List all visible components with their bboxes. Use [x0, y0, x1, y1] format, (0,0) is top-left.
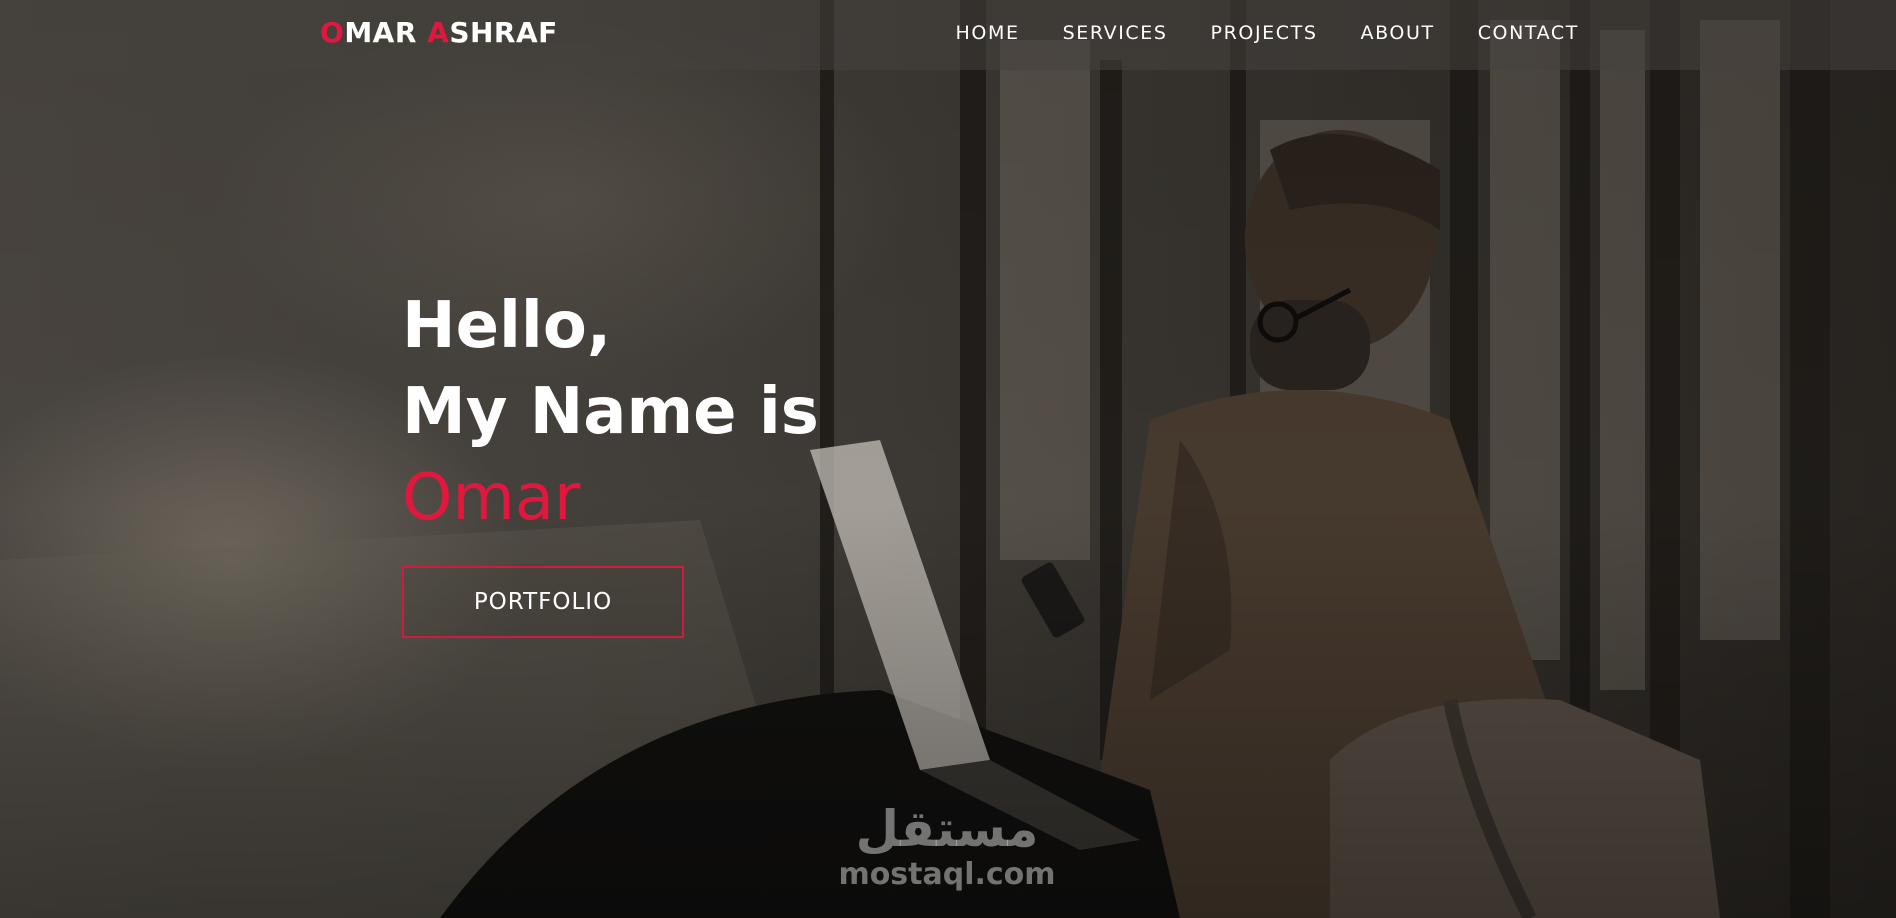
main-nav: HOME SERVICES PROJECTS ABOUT CONTACT	[956, 22, 1579, 44]
watermark-domain: mostaql.com	[838, 857, 1056, 892]
hero-headline: Hello, My Name is Omar	[402, 283, 819, 541]
hero-section	[0, 0, 1896, 918]
brand-last-rest: SHRAF	[449, 16, 558, 49]
watermark-arabic: مستقل	[855, 800, 1039, 858]
hero-intro: My Name is	[402, 375, 819, 449]
brand-initial-last: A	[427, 16, 450, 49]
hero-overlay	[0, 0, 1896, 918]
nav-projects[interactable]: PROJECTS	[1211, 22, 1318, 44]
brand-first-rest: MAR	[344, 16, 428, 49]
nav-contact[interactable]: CONTACT	[1478, 22, 1579, 44]
brand-initial-first: O	[320, 16, 345, 49]
top-navbar: OMAR ASHRAF HOME SERVICES PROJECTS ABOUT…	[0, 0, 1896, 70]
brand-logo[interactable]: OMAR ASHRAF	[320, 16, 558, 49]
nav-home[interactable]: HOME	[956, 22, 1020, 44]
watermark: مستقل mostaql.com	[832, 800, 1062, 892]
nav-services[interactable]: SERVICES	[1063, 22, 1168, 44]
hero-greeting: Hello,	[402, 289, 612, 363]
hero-name: Omar	[402, 461, 581, 535]
nav-about[interactable]: ABOUT	[1361, 22, 1435, 44]
portfolio-button[interactable]: PORTFOLIO	[402, 566, 684, 638]
